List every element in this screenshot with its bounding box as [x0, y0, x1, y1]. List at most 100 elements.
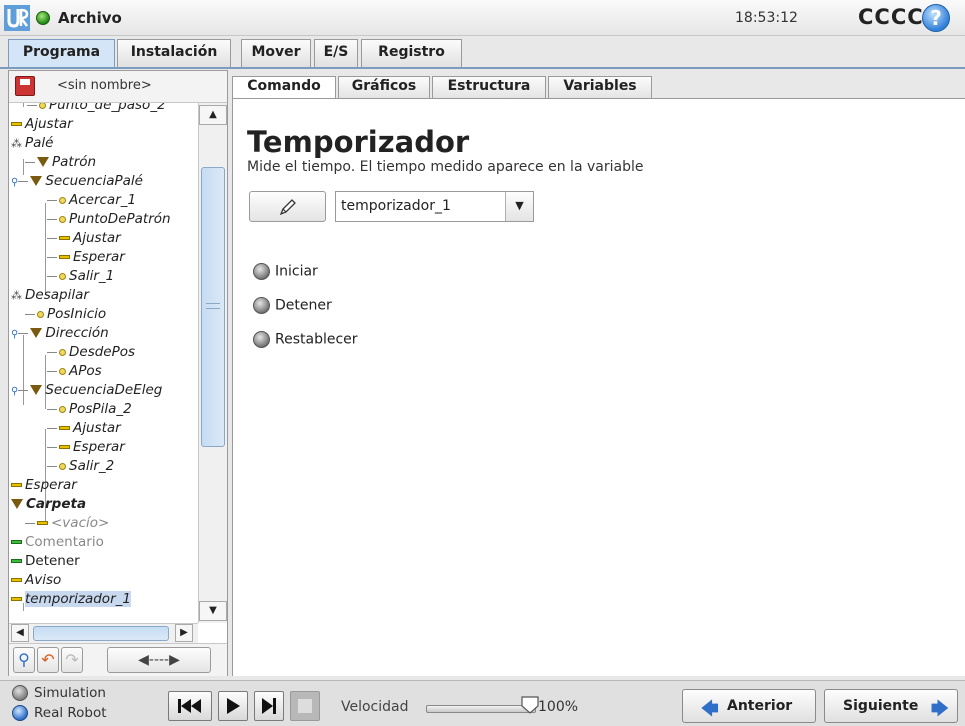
tree-node[interactable]: <vacío>: [25, 515, 109, 534]
ur-logo-icon: [4, 5, 30, 31]
tab-es[interactable]: E/S: [314, 39, 358, 67]
save-icon[interactable]: [15, 76, 35, 96]
waypoint-icon: [59, 215, 66, 223]
waypoint-icon: [59, 367, 66, 375]
tab-registro[interactable]: Registro: [361, 39, 462, 67]
play-button[interactable]: [218, 691, 248, 721]
tree-node[interactable]: Ajustar: [47, 230, 121, 249]
tree-node[interactable]: Esperar: [11, 477, 77, 496]
robot-status-icon: [36, 11, 50, 25]
tab-estructura[interactable]: Estructura: [432, 76, 546, 98]
move-node-icon[interactable]: ◀----▶: [107, 647, 211, 673]
tree-node[interactable]: Detener: [11, 553, 80, 572]
tree-node[interactable]: Ajustar: [47, 420, 121, 439]
scroll-right-icon[interactable]: ▶: [175, 624, 193, 642]
command-panel: Temporizador Mide el tiempo. El tiempo m…: [232, 98, 965, 676]
radio-iniciar[interactable]: Iniciar: [253, 263, 318, 285]
tree-node[interactable]: ⚲ SecuenciaDeEleg: [11, 382, 162, 401]
rewind-button[interactable]: [168, 691, 212, 721]
tree-vertical-scrollbar[interactable]: ▲ ▼: [198, 103, 227, 623]
arrow-left-icon: 🡄: [701, 699, 719, 719]
scroll-thumb[interactable]: [201, 167, 225, 447]
mode-real-robot[interactable]: Real Robot: [12, 705, 107, 721]
radio-restablecer[interactable]: Restablecer: [253, 331, 358, 353]
tree-node[interactable]: Aviso: [11, 572, 61, 591]
tree-node[interactable]: Comentario: [11, 534, 104, 553]
arrow-right-icon: 🡆: [931, 699, 949, 719]
radio-detener[interactable]: Detener: [253, 297, 332, 319]
scroll-up-icon[interactable]: ▲: [199, 105, 227, 125]
tree-node[interactable]: ⁂ Palé: [11, 135, 53, 154]
waypoint-icon: [59, 348, 66, 356]
tree-node[interactable]: Salir_1: [47, 268, 114, 287]
step-button[interactable]: [254, 691, 284, 721]
tab-comando[interactable]: Comando: [232, 76, 336, 98]
waypoint-icon: [37, 310, 44, 318]
stop-button[interactable]: [290, 691, 320, 721]
tree-node[interactable]: ⁂ Desapilar: [11, 287, 89, 306]
radio-icon: [253, 263, 270, 280]
tree-node[interactable]: Esperar: [47, 439, 125, 458]
radio-icon: [253, 297, 270, 314]
tab-programa[interactable]: Programa: [8, 39, 115, 67]
tree-node[interactable]: PosPila_2: [47, 401, 132, 420]
command-icon: [11, 578, 22, 582]
tree-node[interactable]: Punto_de_paso_2: [27, 103, 166, 116]
radio-icon: [12, 685, 28, 701]
pallet-icon: ⁂: [11, 136, 22, 150]
scroll-down-icon[interactable]: ▼: [199, 601, 227, 621]
tab-mover[interactable]: Mover: [241, 39, 311, 67]
command-icon: [37, 521, 48, 525]
speed-label: Velocidad: [341, 699, 409, 715]
tree-node[interactable]: ⚲ SecuenciaPalé: [11, 173, 143, 192]
folder-icon: [37, 157, 49, 167]
tree-node[interactable]: Ajustar: [11, 116, 73, 135]
waypoint-icon: [59, 272, 66, 280]
scroll-left-icon[interactable]: ◀: [11, 624, 29, 642]
tree-node[interactable]: Acercar_1: [47, 192, 136, 211]
waypoint-icon: [59, 462, 66, 470]
tree-node[interactable]: Patrón: [25, 154, 96, 173]
tree-node[interactable]: PosInicio: [25, 306, 106, 325]
hscroll-thumb[interactable]: [33, 626, 169, 641]
tree-node[interactable]: Carpeta: [11, 496, 86, 515]
mode-simulation[interactable]: Simulation: [12, 685, 106, 701]
slider-handle-icon[interactable]: [520, 695, 540, 715]
bottom-bar: Simulation Real Robot Velocidad 100% 🡄 A…: [0, 680, 965, 726]
program-name: <sin nombre>: [57, 78, 152, 93]
tree-node[interactable]: Esperar: [47, 249, 125, 268]
comment-icon: [11, 540, 22, 544]
tree-node-selected[interactable]: temporizador_1: [11, 591, 131, 610]
undo-icon[interactable]: ↶: [37, 647, 59, 673]
help-icon[interactable]: ?: [922, 4, 950, 32]
command-icon: [59, 255, 70, 259]
edit-variable-button[interactable]: [249, 191, 326, 222]
tree-node[interactable]: APos: [47, 363, 102, 382]
tree-node[interactable]: ⚲ Dirección: [11, 325, 109, 344]
waypoint-icon: [59, 405, 66, 413]
redo-icon[interactable]: ↷: [61, 647, 83, 673]
command-icon: [11, 122, 22, 126]
program-tree[interactable]: Punto_de_paso_2 Ajustar ⁂ Palé Patrón ⚲ Se…: [9, 103, 198, 655]
tab-graficos[interactable]: Gráficos: [338, 76, 430, 98]
program-tree-panel: <sin nombre> Punto_de_paso_2 Ajustar ⁂ Pa…: [8, 70, 228, 676]
tab-instalacion[interactable]: Instalación: [117, 39, 231, 67]
app-title[interactable]: Archivo: [58, 9, 122, 27]
chevron-down-icon[interactable]: ▼: [505, 192, 533, 221]
stop-icon: [298, 699, 312, 713]
previous-button[interactable]: 🡄 Anterior: [682, 689, 816, 723]
speed-value: 100%: [538, 699, 579, 715]
tree-node[interactable]: Salir_2: [47, 458, 114, 477]
tree-horizontal-scrollbar[interactable]: ◀ ▶: [9, 623, 198, 643]
folder-icon: [30, 328, 43, 338]
variable-select[interactable]: temporizador_1 ▼: [335, 191, 534, 222]
waypoint-icon: [59, 196, 66, 204]
search-icon[interactable]: ⚲: [13, 647, 35, 673]
tab-variables[interactable]: Variables: [548, 76, 652, 98]
stop-icon: [11, 559, 22, 563]
tree-node[interactable]: PuntoDePatrón: [47, 211, 171, 230]
clock: 18:53:12: [735, 10, 798, 26]
next-button[interactable]: Siguiente 🡆: [824, 689, 958, 723]
tree-toolbar: ⚲ ↶ ↷ ◀----▶: [9, 643, 227, 676]
tree-node[interactable]: DesdePos: [47, 344, 135, 363]
